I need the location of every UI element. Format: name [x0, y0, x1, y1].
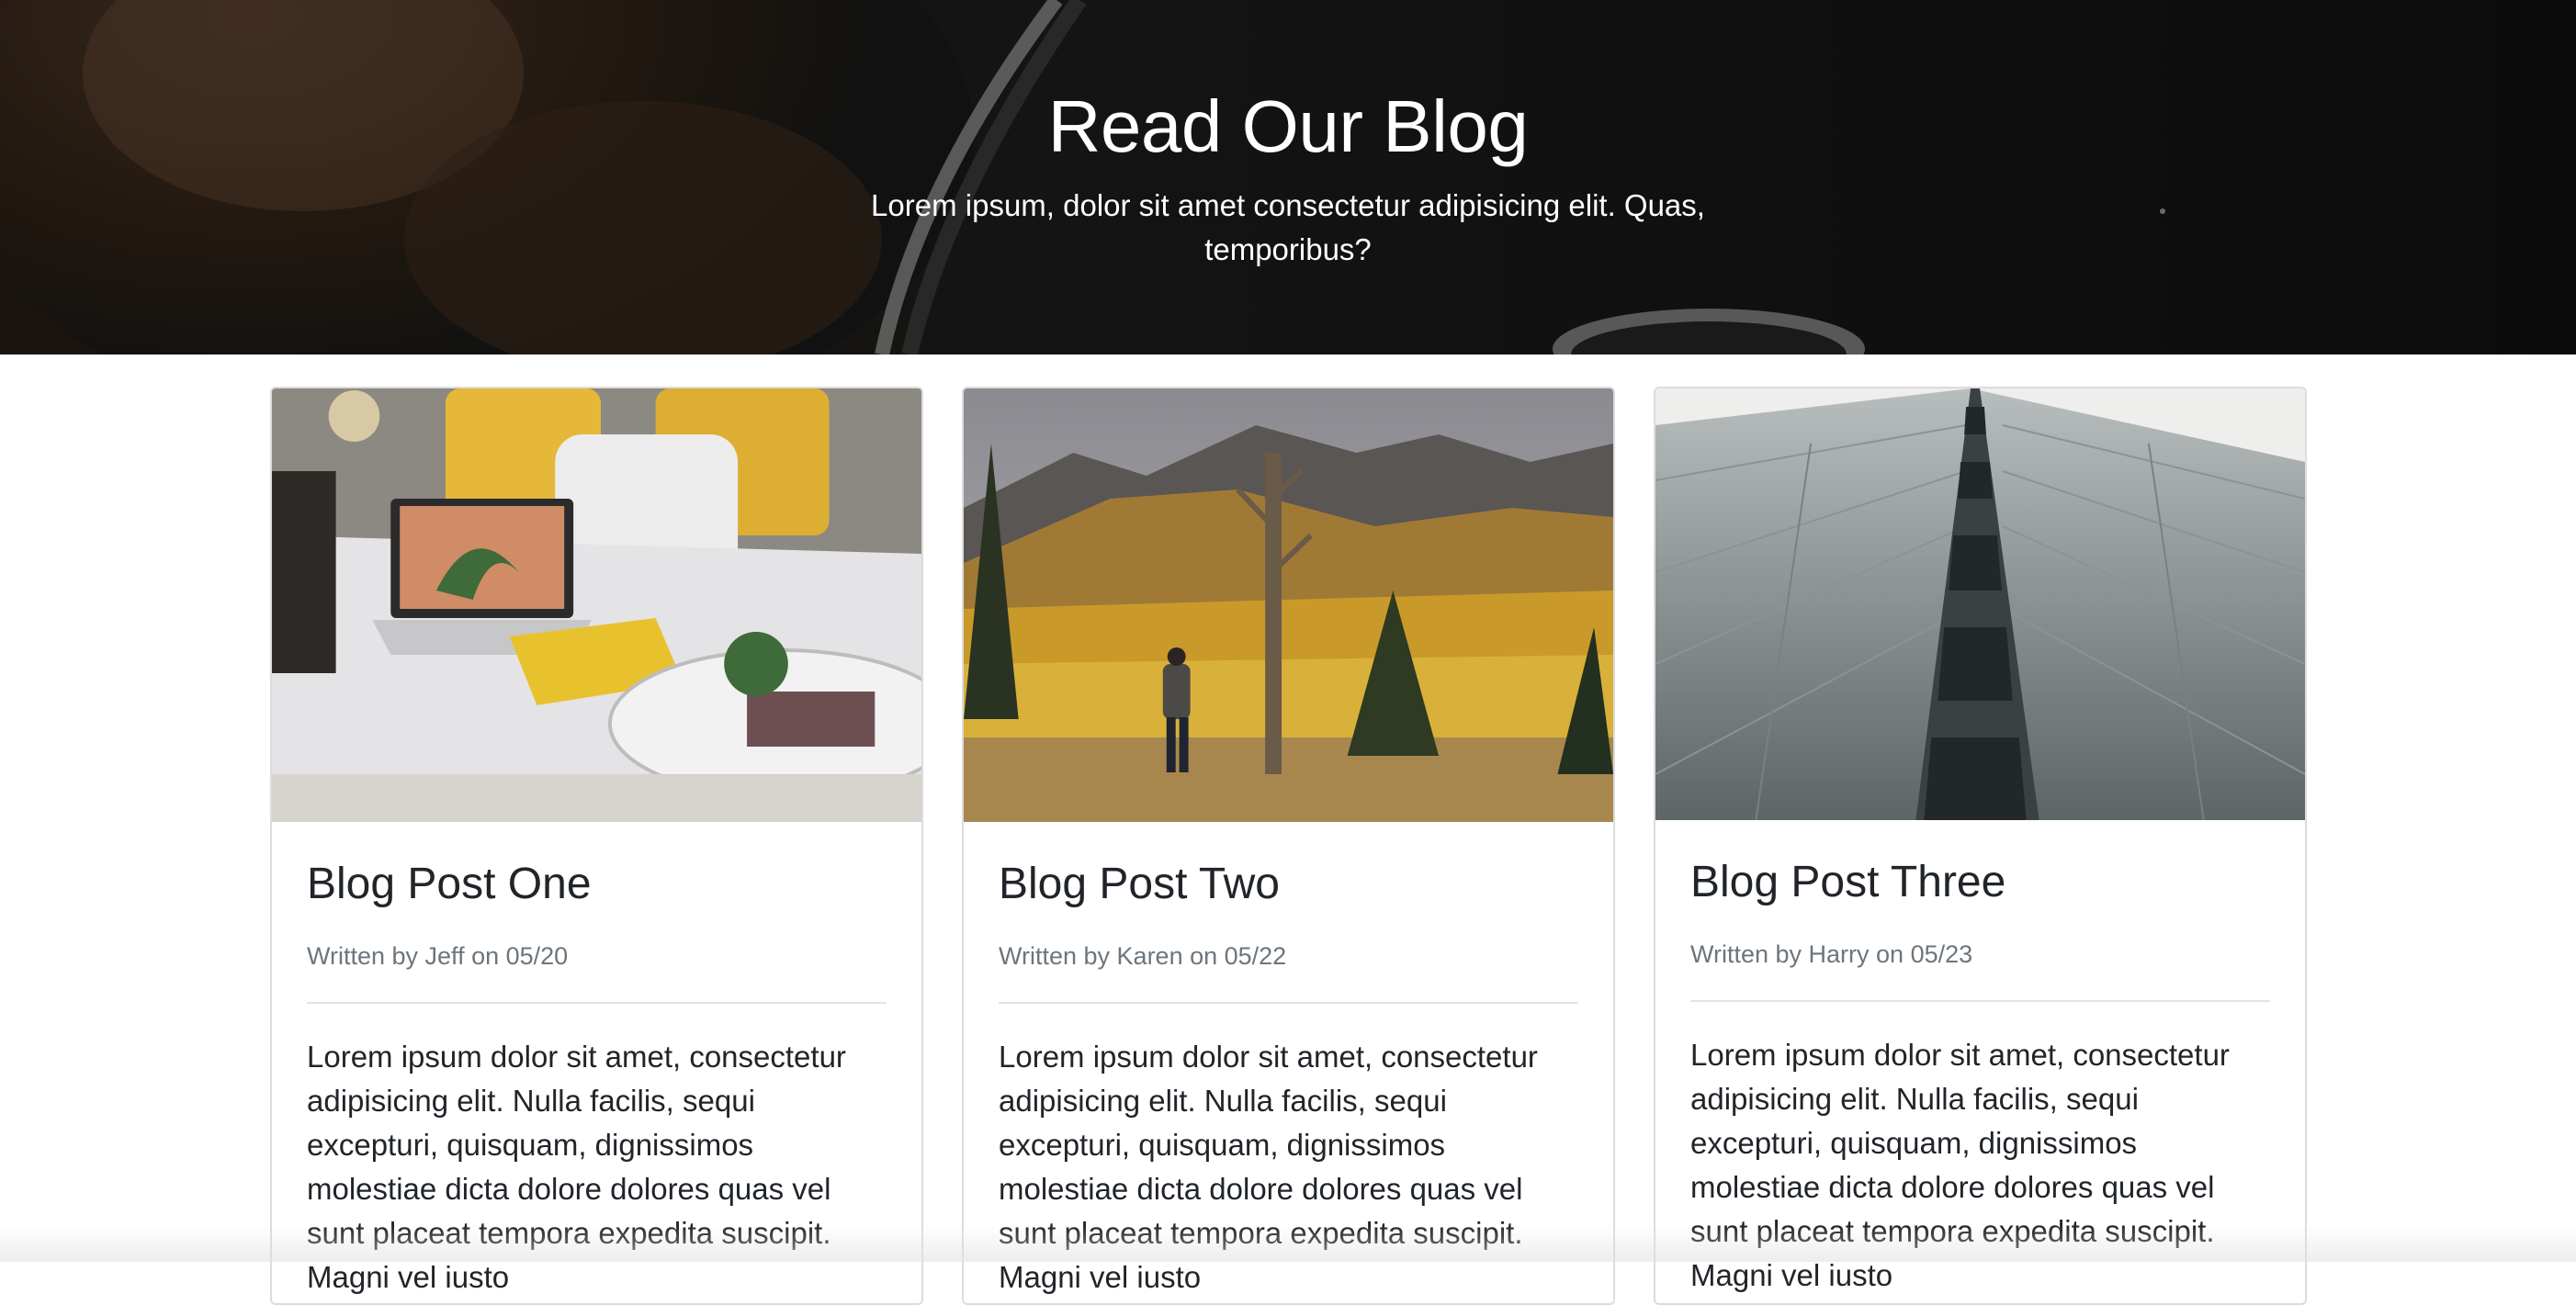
- blog-card[interactable]: Blog Post One Written by Jeff on 05/20 L…: [270, 387, 923, 1305]
- hero-banner: Read Our Blog Lorem ipsum, dolor sit ame…: [0, 0, 2576, 354]
- card-text: Lorem ipsum dolor sit amet, consectetur …: [307, 1035, 887, 1299]
- card-title[interactable]: Blog Post Two: [999, 857, 1578, 912]
- card-divider: [999, 1002, 1578, 1004]
- card-meta: Written by Harry on 05/23: [1690, 938, 2270, 971]
- blog-card[interactable]: Blog Post Two Written by Karen on 05/22 …: [962, 387, 1615, 1305]
- skyscraper-facade-photo: [1655, 388, 2305, 820]
- blog-card[interactable]: Blog Post Three Written by Harry on 05/2…: [1654, 387, 2307, 1305]
- card-divider: [1690, 1000, 2270, 1002]
- hero-subtitle: Lorem ipsum, dolor sit amet consectetur …: [847, 184, 1729, 272]
- card-text: Lorem ipsum dolor sit amet, consectetur …: [1690, 1033, 2270, 1298]
- card-divider: [307, 1002, 887, 1004]
- bedroom-laptop-photo: [272, 388, 921, 822]
- card-text: Lorem ipsum dolor sit amet, consectetur …: [999, 1035, 1578, 1299]
- card-title[interactable]: Blog Post One: [307, 857, 887, 912]
- card-meta: Written by Karen on 05/22: [999, 939, 1578, 973]
- hero-title: Read Our Blog: [0, 83, 2576, 171]
- autumn-forest-hiker-photo: [964, 388, 1613, 822]
- card-meta: Written by Jeff on 05/20: [307, 939, 887, 973]
- card-title[interactable]: Blog Post Three: [1690, 855, 2270, 910]
- blog-post-list: Blog Post One Written by Jeff on 05/20 L…: [270, 387, 2308, 1287]
